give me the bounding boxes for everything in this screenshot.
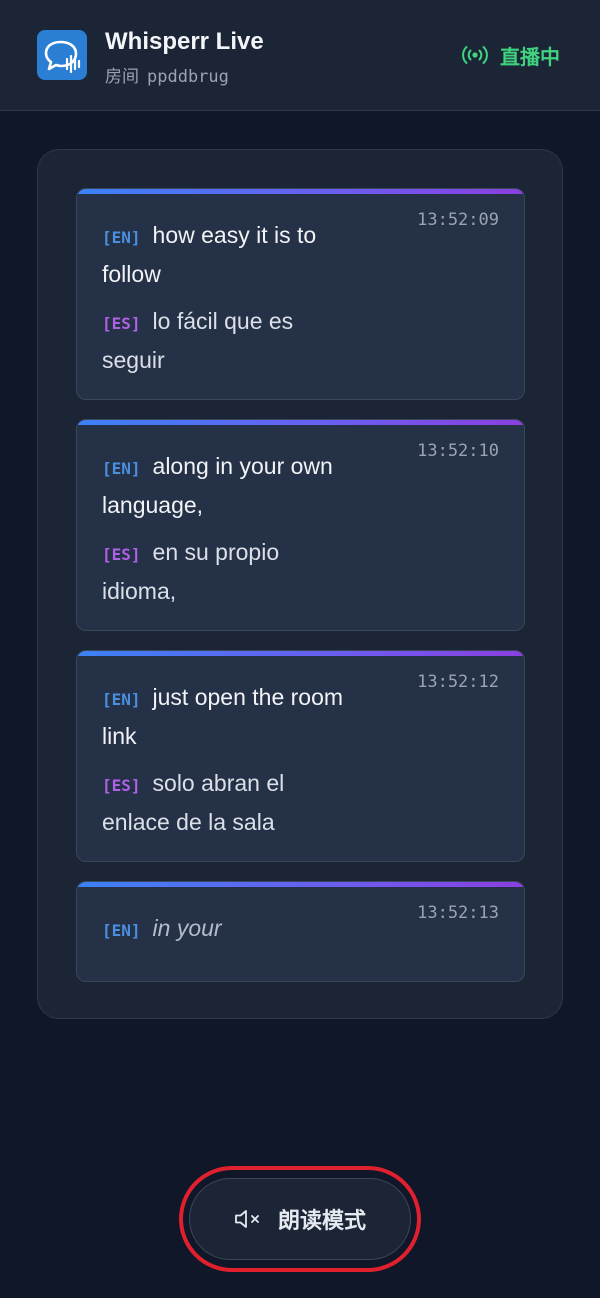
timestamp: 13:52:09 (417, 210, 499, 230)
broadcast-icon (462, 46, 488, 64)
room-id: ppddbrug (147, 67, 229, 87)
chat-bubble-waveform-icon (37, 30, 87, 80)
transcript-card: 13:52:09 [EN] how easy it is to follow [E… (76, 188, 525, 400)
read-aloud-mode-button[interactable]: 朗读模式 (189, 1178, 411, 1260)
transcript-card-pending: 13:52:13 [EN] in your (76, 881, 525, 982)
read-aloud-label: 朗读模式 (277, 1209, 366, 1234)
english-line: [EN] in your (102, 910, 352, 949)
transcript-card: 13:52:12 [EN] just open the room link [ES… (76, 650, 525, 862)
spanish-line: [ES] en su propio idioma, (102, 534, 352, 609)
transcript-panel[interactable]: 13:52:09 [EN] how easy it is to follow [E… (37, 149, 563, 1019)
timestamp: 13:52:10 (417, 441, 499, 461)
language-tag-en: [EN] (102, 921, 141, 940)
card-accent-bar (77, 189, 524, 194)
card-accent-bar (77, 651, 524, 656)
language-tag-en: [EN] (102, 690, 141, 709)
language-tag-en: [EN] (102, 228, 141, 247)
app-title: Whisperr Live (105, 28, 264, 55)
language-tag-es: [ES] (102, 314, 141, 333)
spanish-line: [ES] lo fácil que es seguir (102, 303, 352, 378)
room-label: 房间 (105, 67, 139, 87)
timestamp: 13:52:12 (417, 672, 499, 692)
live-status: 直播中 (462, 40, 560, 70)
timestamp: 13:52:13 (417, 903, 499, 923)
english-text-pending: in your (152, 915, 222, 941)
app-header: Whisperr Live 房间 ppddbrug 直播中 (0, 0, 600, 111)
live-label: 直播中 (500, 44, 560, 69)
card-accent-bar (77, 882, 524, 887)
transcript-card: 13:52:10 [EN] along in your own language,… (76, 419, 525, 631)
english-line: [EN] along in your own language, (102, 448, 352, 523)
language-tag-es: [ES] (102, 545, 141, 564)
speaker-muted-icon (235, 1210, 259, 1228)
language-tag-es: [ES] (102, 776, 141, 795)
english-line: [EN] just open the room link (102, 679, 352, 754)
english-line: [EN] how easy it is to follow (102, 217, 352, 292)
spanish-line: [ES] solo abran el enlace de la sala (102, 765, 352, 840)
language-tag-en: [EN] (102, 459, 141, 478)
card-accent-bar (77, 420, 524, 425)
room-info: 房间 ppddbrug (105, 62, 229, 87)
